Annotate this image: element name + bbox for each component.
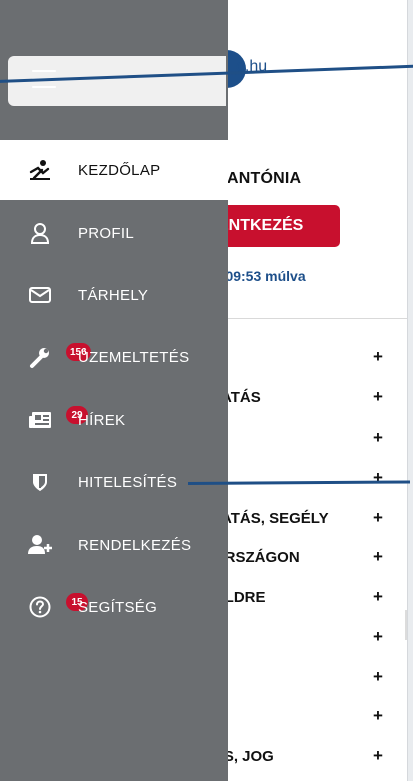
expand-plus-icon[interactable]: +	[373, 468, 383, 488]
expand-plus-icon[interactable]: +	[373, 706, 383, 726]
user-plus-icon	[28, 533, 52, 557]
expand-plus-icon[interactable]: +	[373, 428, 383, 448]
menu-item-uzemeltetes[interactable]: 156 ÜZEMELTETÉS	[0, 327, 228, 387]
user-icon	[28, 221, 52, 245]
menu-gap	[0, 106, 228, 140]
screen: o.hu T ANTÓNIA ENTKEZÉS 0:09:53 múlva + …	[0, 0, 413, 781]
menu-item-label: SEGÍTSÉG	[78, 598, 158, 616]
expand-plus-icon[interactable]: +	[373, 547, 383, 567]
menu-item-label: PROFIL	[78, 224, 134, 242]
menu-item-tarhely[interactable]: TÁRHELY	[0, 265, 228, 325]
expand-plus-icon[interactable]: +	[373, 746, 383, 766]
expand-plus-icon[interactable]: +	[373, 347, 383, 367]
menu-item-rendelkezes[interactable]: RENDELKEZÉS	[0, 515, 228, 575]
menu-item-label: TÁRHELY	[78, 286, 149, 304]
side-menu: KEZDŐLAP PROFIL TÁRHELY 156 ÜZEMELTETÉS	[0, 0, 228, 781]
mail-icon	[28, 283, 52, 307]
menu-item-profil[interactable]: PROFIL	[0, 203, 228, 263]
expand-plus-icon[interactable]: +	[373, 587, 383, 607]
newspaper-icon: 29	[28, 406, 88, 432]
expand-plus-icon[interactable]: +	[373, 667, 383, 687]
scroll-edge	[405, 610, 407, 640]
scrollbar-track[interactable]	[407, 0, 413, 781]
menu-item-label: ÜZEMELTETÉS	[78, 348, 190, 366]
shield-icon	[28, 470, 52, 494]
divider	[206, 318, 407, 319]
expand-plus-icon[interactable]: +	[373, 627, 383, 647]
menu-item-hirek[interactable]: 29 HÍREK	[0, 390, 228, 450]
menu-item-kezdolap[interactable]: KEZDŐLAP	[0, 140, 228, 200]
menu-item-label: RENDELKEZÉS	[78, 536, 192, 554]
home-person-icon	[28, 158, 52, 182]
help-icon: 15	[28, 593, 88, 619]
menu-item-label: HÍREK	[78, 411, 126, 429]
menu-item-label: KEZDŐLAP	[78, 161, 161, 179]
menu-top-strip	[0, 0, 228, 56]
expand-plus-icon[interactable]: +	[373, 508, 383, 528]
wrench-icon: 156	[28, 343, 91, 369]
expand-plus-icon[interactable]: +	[373, 387, 383, 407]
menu-item-label: HITELESÍTÉS	[78, 473, 178, 491]
menu-item-segitseg[interactable]: 15 SEGÍTSÉG	[0, 577, 228, 637]
